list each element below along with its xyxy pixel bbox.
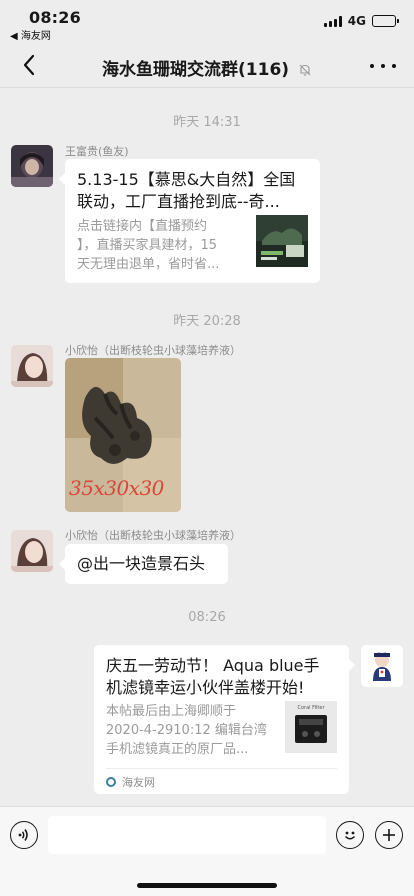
link-card-title-line: 5.13-15【慕思&大自然】全国	[77, 170, 296, 189]
message-timestamp: 昨天 20:28	[173, 314, 241, 329]
dot-icon	[392, 64, 396, 68]
avatar[interactable]	[11, 345, 53, 387]
avatar[interactable]	[11, 145, 53, 187]
mute-bell-icon	[299, 64, 311, 76]
battery-icon	[372, 15, 399, 27]
link-card-desc-line: 本帖最后由上海卿顺于	[106, 704, 237, 719]
plus-icon	[383, 829, 395, 841]
sender-name: 小欣怡（出断枝轮虫小球藻培养液）	[65, 344, 241, 357]
source-app-icon	[106, 776, 116, 787]
filter-product-image	[295, 715, 327, 743]
image-message[interactable]: 35x30x30	[65, 358, 181, 512]
link-card-description: 本帖最后由上海卿顺于 2020-4-2910:12 编辑台湾 手机滤镜真正的原厂…	[106, 702, 286, 759]
message-timestamp: 昨天 14:31	[173, 115, 241, 130]
link-card-thumbnail	[256, 215, 308, 267]
sender-name: 王富贵(鱼友)	[65, 145, 129, 158]
voice-icon	[18, 829, 28, 841]
source-name: 海友网	[122, 775, 155, 789]
link-card-title-line: 庆五一劳动节！ Aqua blue手	[106, 656, 320, 675]
message-text: @出一块造景石头	[77, 554, 206, 573]
link-card-thumbnail: Coral Filter	[285, 701, 337, 753]
link-card-desc-line: 点击链接内【直播预约	[77, 219, 208, 234]
status-indicators: 4G	[323, 14, 399, 28]
avatar-photo	[11, 530, 53, 572]
link-card-description: 点击链接内【直播预约 】，直播买家具建材，15 天无理由退单，省时省...	[77, 217, 249, 274]
dot-icon	[370, 64, 374, 68]
voice-input-button[interactable]	[10, 821, 38, 849]
link-card-desc-line: 天无理由退单，省时省...	[77, 257, 220, 272]
chat-header: 海水鱼珊瑚交流群(116)	[0, 44, 414, 88]
message-input[interactable]	[48, 816, 326, 854]
link-card-title-line: 机滤镜幸运小伙伴盖楼开始!	[106, 678, 305, 697]
message-input-bar	[0, 806, 414, 896]
status-bar: 08:26 ◀ 海友网 4G	[0, 0, 414, 44]
text-message[interactable]: @出一块造景石头	[59, 544, 228, 584]
link-card-title: 5.13-15【慕思&大自然】全国 联动，工厂直播抢到底--奇...	[77, 169, 309, 213]
dot-icon	[381, 64, 385, 68]
link-card-source: 海友网	[106, 768, 337, 794]
avatar-photo	[11, 145, 53, 187]
network-type: 4G	[347, 14, 366, 28]
signal-icon	[323, 15, 342, 27]
back-to-app-link[interactable]: ◀ 海友网	[10, 27, 51, 42]
chat-title: 海水鱼珊瑚交流群(116)	[0, 55, 414, 80]
more-functions-button[interactable]	[375, 821, 403, 849]
message-timestamp: 08:26	[188, 610, 226, 625]
link-card-message[interactable]: 5.13-15【慕思&大自然】全国 联动，工厂直播抢到底--奇... 点击链接内…	[59, 159, 320, 283]
link-card-message[interactable]: 庆五一劳动节！ Aqua blue手 机滤镜幸运小伙伴盖楼开始! 本帖最后由上海…	[94, 645, 355, 794]
link-card-desc-line: 手机滤镜真正的原厂品...	[106, 742, 249, 757]
chat-messages[interactable]: 昨天 14:31 王富贵(鱼友) 5.13-15【慕思&大自然】全国 联动，工厂…	[0, 89, 414, 805]
emoji-button[interactable]	[336, 821, 364, 849]
link-card-desc-line: 】，直播买家具建材，15	[77, 238, 218, 253]
avatar-photo	[11, 345, 53, 387]
more-options-button[interactable]	[370, 56, 396, 76]
avatar[interactable]	[11, 530, 53, 572]
sender-name: 小欣怡（出断枝轮虫小球藻培养液）	[65, 529, 241, 542]
status-time: 08:26	[29, 8, 81, 27]
link-card-desc-line: 2020-4-2910:12 编辑台湾	[106, 723, 267, 738]
link-card-title: 庆五一劳动节！ Aqua blue手 机滤镜幸运小伙伴盖楼开始!	[106, 655, 342, 699]
image-handwritten-size: 35x30x30	[69, 476, 164, 500]
link-card-title-line: 联动，工厂直播抢到底--奇...	[77, 192, 280, 211]
smiley-icon	[344, 831, 356, 840]
chat-title-text: 海水鱼珊瑚交流群(116)	[102, 60, 290, 80]
avatar-self[interactable]	[361, 645, 403, 687]
avatar-photo	[361, 645, 403, 687]
home-indicator[interactable]	[137, 883, 277, 888]
